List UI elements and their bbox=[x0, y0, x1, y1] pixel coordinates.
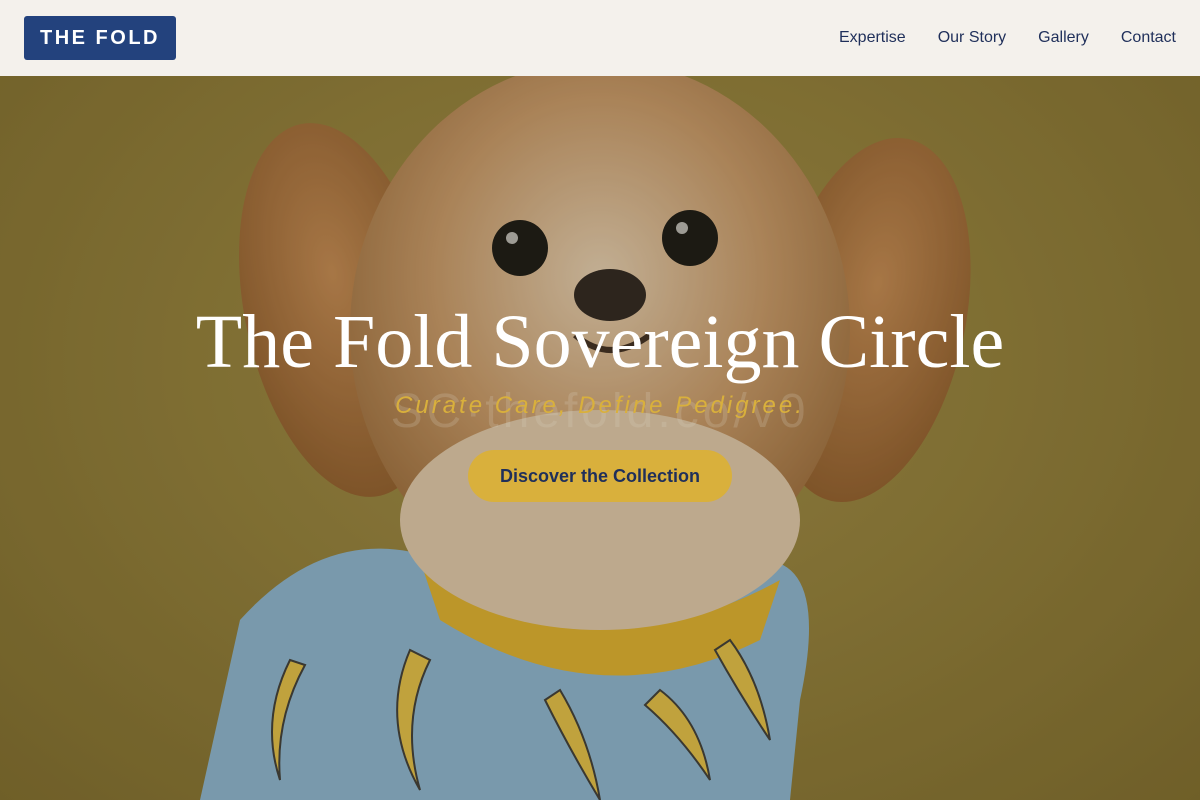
nav-link-contact[interactable]: Contact bbox=[1121, 29, 1176, 47]
nav-link-gallery[interactable]: Gallery bbox=[1038, 29, 1089, 47]
nav-link-our-story[interactable]: Our Story bbox=[938, 29, 1006, 47]
hero-subtitle: Curate Care, Define Pedigree. bbox=[395, 392, 805, 419]
site-logo[interactable]: THE FOLD bbox=[24, 16, 176, 60]
main-nav: Expertise Our Story Gallery Contact bbox=[839, 29, 1176, 47]
hero-title: The Fold Sovereign Circle bbox=[195, 300, 1005, 384]
hero-subtitle-wrap: SC·thefold.co/v0 Curate Care, Define Ped… bbox=[0, 385, 1200, 438]
site-header: THE FOLD Expertise Our Story Gallery Con… bbox=[0, 0, 1200, 76]
hero-content: The Fold Sovereign Circle SC·thefold.co/… bbox=[0, 296, 1200, 502]
discover-collection-button[interactable]: Discover the Collection bbox=[467, 450, 733, 502]
nav-link-expertise[interactable]: Expertise bbox=[839, 29, 906, 47]
